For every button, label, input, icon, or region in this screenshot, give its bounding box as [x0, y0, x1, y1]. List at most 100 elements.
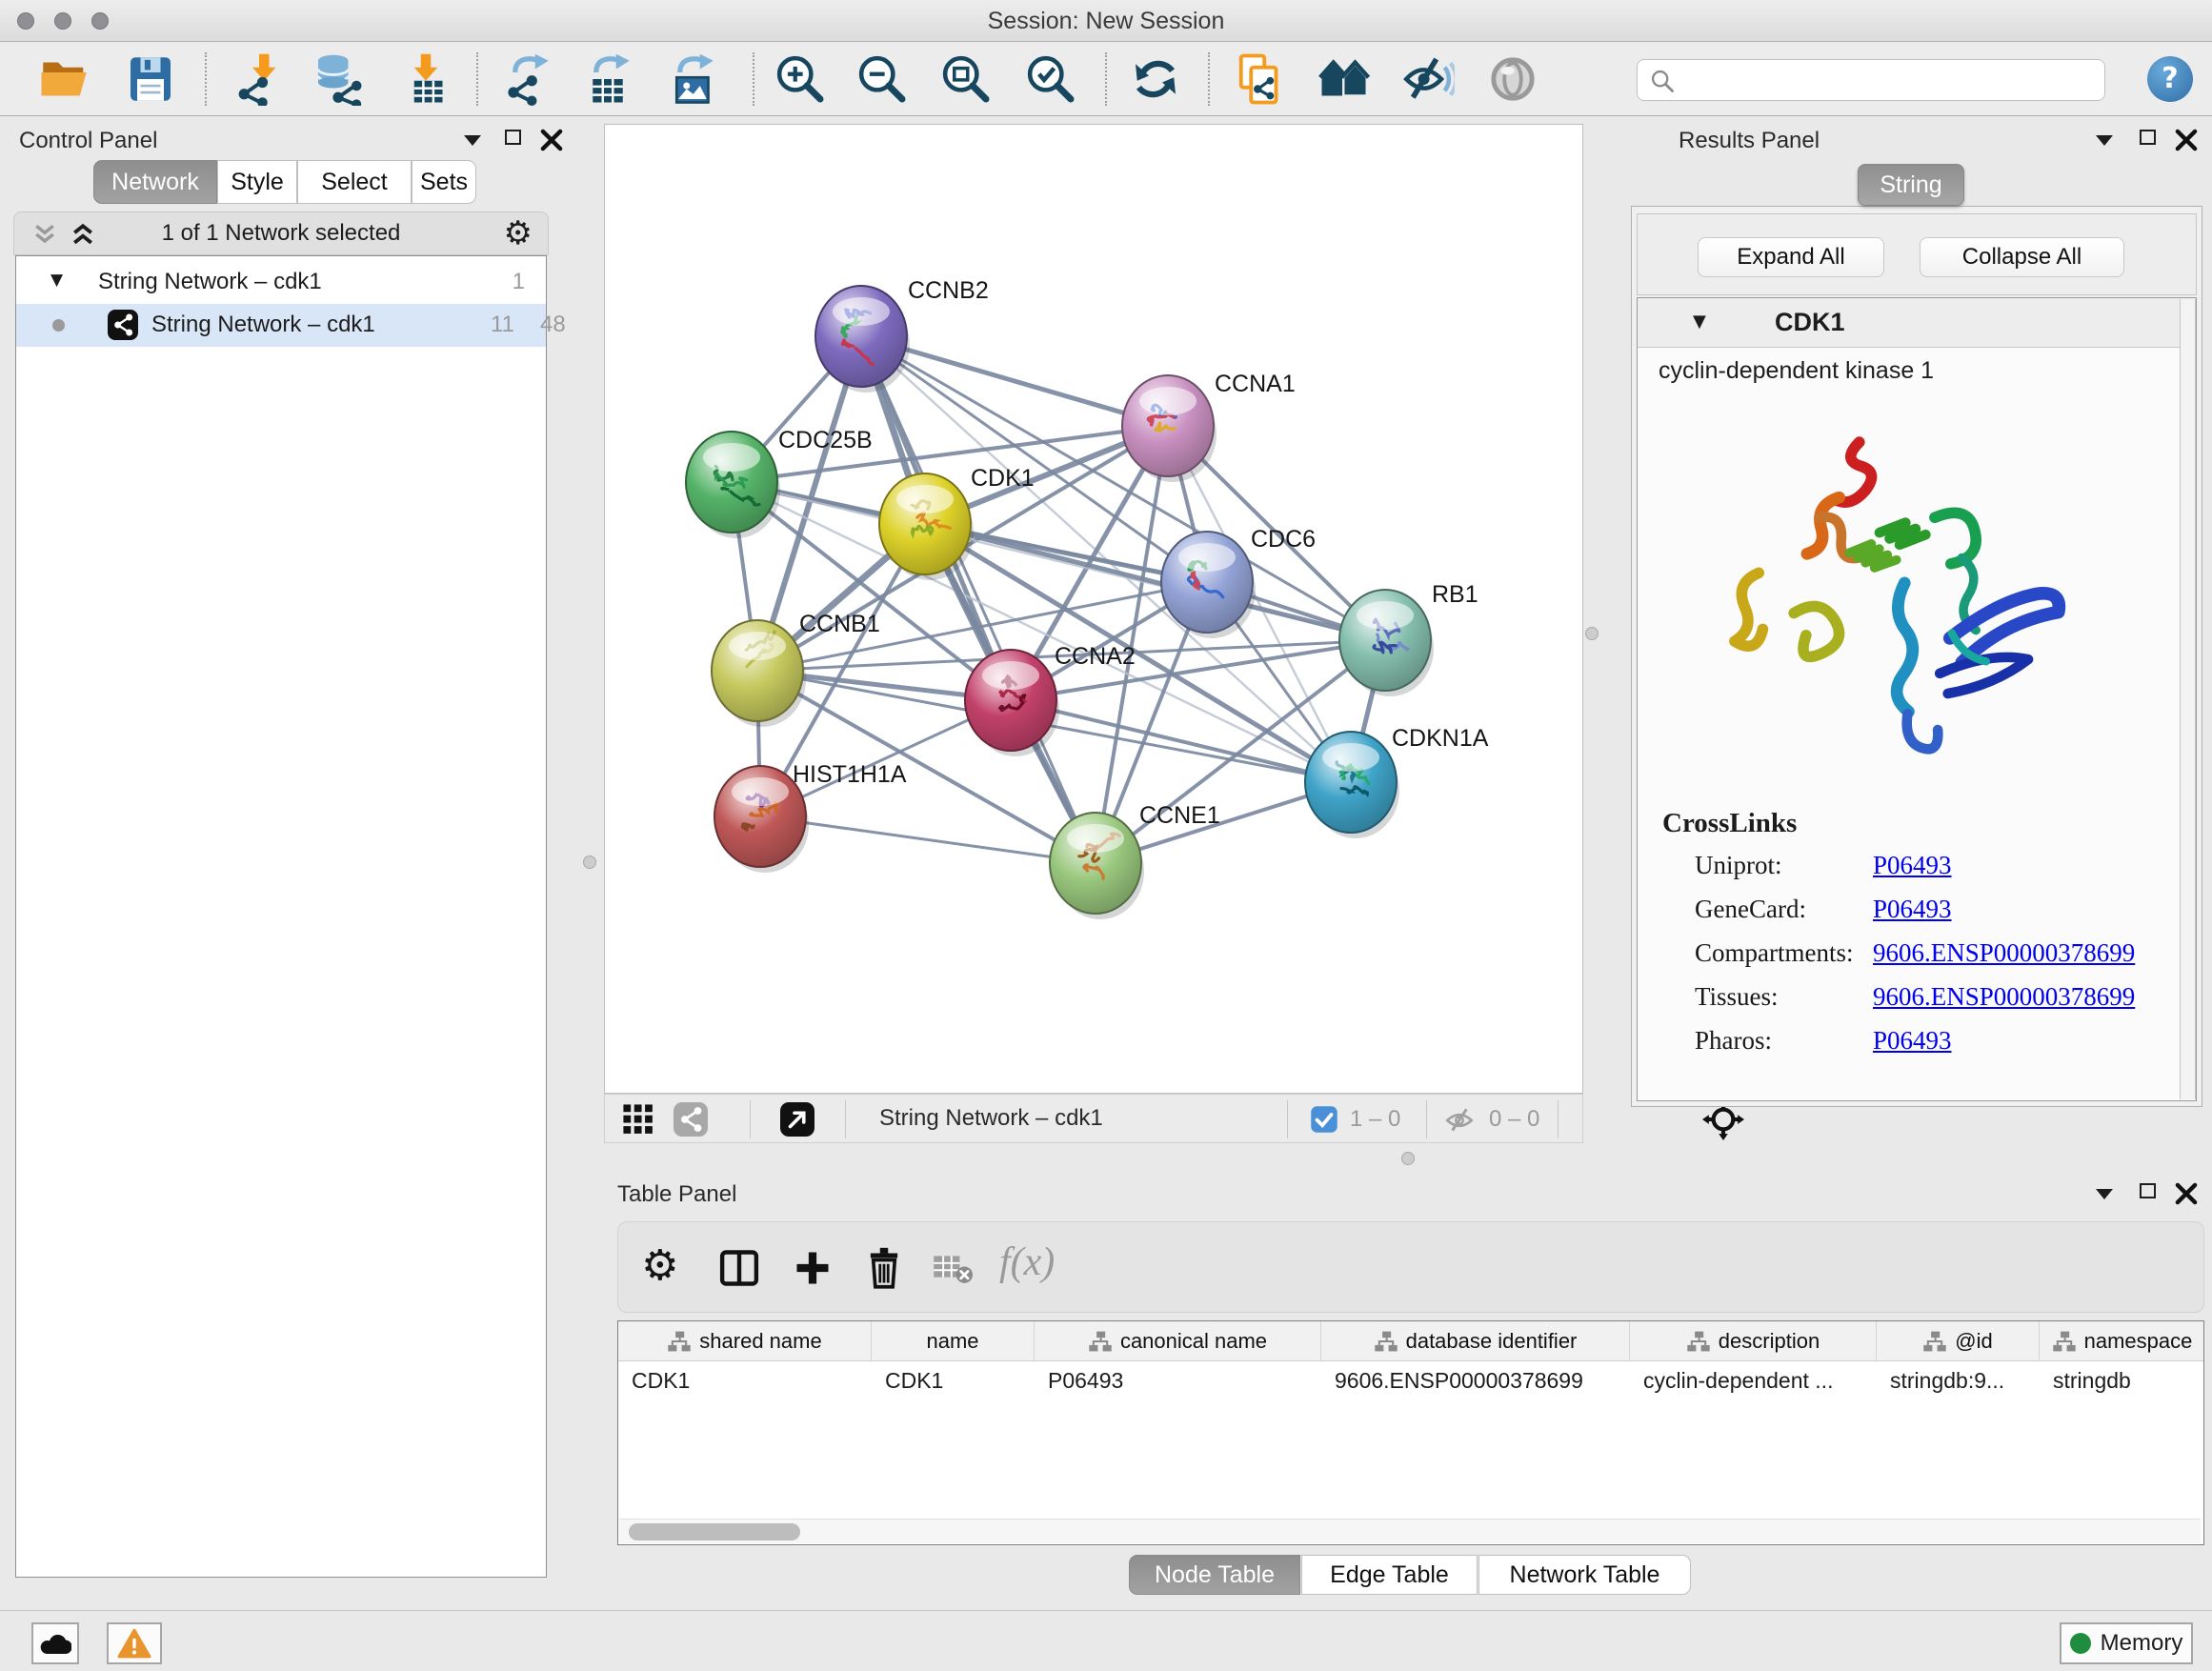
table-panel-close-icon[interactable]	[2174, 1181, 2199, 1206]
network-node-CDKN1A[interactable]	[1305, 732, 1399, 838]
function-builder-icon[interactable]: f(x)	[999, 1239, 1055, 1285]
import-network-database-icon[interactable]	[312, 52, 365, 106]
refresh-layout-icon[interactable]	[1129, 52, 1182, 106]
network-collection-row[interactable]: ▼ String Network – cdk1 1	[16, 262, 546, 304]
network-type-share-icon[interactable]	[674, 1102, 708, 1137]
tab-string[interactable]: String	[1858, 164, 1964, 206]
network-node-CCNA1[interactable]	[1122, 375, 1217, 482]
import-network-file-icon[interactable]	[232, 52, 286, 106]
create-column-plus-icon[interactable]	[792, 1247, 834, 1289]
tab-node-table[interactable]: Node Table	[1129, 1555, 1300, 1595]
network-options-gear-icon[interactable]: ⚙	[504, 214, 533, 252]
results-scrollbar[interactable]	[2180, 299, 2196, 1099]
table-cell[interactable]: CDK1	[618, 1361, 872, 1399]
right-splitter-handle[interactable]	[1585, 627, 1599, 640]
tab-network[interactable]: Network	[93, 160, 217, 204]
table-cell[interactable]: stringdb	[2040, 1361, 2204, 1399]
horizontal-splitter-handle[interactable]	[1401, 1152, 1415, 1165]
crosslink-value-link[interactable]: P06493	[1873, 851, 1952, 880]
network-node-CCNB2[interactable]	[815, 286, 910, 393]
clone-network-icon[interactable]	[1233, 52, 1286, 106]
show-eye-icon[interactable]	[1486, 52, 1539, 106]
export-table-icon[interactable]	[581, 52, 634, 106]
crosslink-value-link[interactable]: 9606.ENSP00000378699	[1873, 938, 2135, 968]
crosslink-value-link[interactable]: 9606.ENSP00000378699	[1873, 982, 2135, 1012]
crosslink-row: Compartments:9606.ENSP00000378699	[1695, 938, 2171, 982]
column-header-name[interactable]: name	[872, 1321, 1035, 1360]
control-panel-close-icon[interactable]	[539, 128, 564, 152]
column-header--id[interactable]: @id	[1877, 1321, 2040, 1360]
left-splitter-handle[interactable]	[583, 856, 596, 869]
node-table[interactable]: shared namenamecanonical namedatabase id…	[617, 1320, 2204, 1545]
gene-expander-icon[interactable]: ▼	[1693, 312, 1706, 332]
network-node-CCNB1[interactable]	[712, 620, 806, 727]
tab-style[interactable]: Style	[217, 160, 297, 204]
table-cell[interactable]: P06493	[1035, 1361, 1321, 1399]
hscroll-thumb[interactable]	[629, 1523, 800, 1540]
export-image-icon[interactable]	[665, 52, 718, 106]
title-bar: Session: New Session	[0, 0, 2212, 42]
column-header-database-identifier[interactable]: database identifier	[1321, 1321, 1630, 1360]
network-node-CDK1[interactable]	[879, 473, 974, 580]
help-button[interactable]: ?	[2147, 56, 2193, 102]
hidden-eye-slash-icon[interactable]	[1443, 1104, 1476, 1137]
show-columns-icon[interactable]	[717, 1247, 761, 1289]
crosslink-value-link[interactable]: P06493	[1873, 1026, 1952, 1056]
table-cell[interactable]: cyclin-dependent ...	[1630, 1361, 1877, 1399]
table-cell[interactable]: stringdb:9...	[1877, 1361, 2040, 1399]
tab-select[interactable]: Select	[297, 160, 412, 204]
search-input[interactable]	[1681, 62, 2091, 96]
network-row-selected[interactable]: String Network – cdk1 11 48	[16, 304, 546, 347]
open-session-icon[interactable]	[38, 52, 91, 106]
open-in-window-icon[interactable]	[780, 1102, 814, 1137]
network-node-CDC25B[interactable]	[686, 432, 780, 538]
control-panel-title: Control Panel	[19, 128, 157, 154]
column-header-canonical-name[interactable]: canonical name	[1035, 1321, 1321, 1360]
network-node-CCNA2[interactable]	[965, 650, 1059, 756]
zoom-out-icon[interactable]	[855, 52, 909, 106]
table-panel-float-icon[interactable]	[2140, 1183, 2156, 1203]
table-cell[interactable]: 9606.ENSP00000378699	[1321, 1361, 1630, 1399]
column-header-description[interactable]: description	[1630, 1321, 1877, 1360]
table-settings-gear-icon[interactable]: ⚙	[641, 1241, 678, 1290]
column-header-namespace[interactable]: namespace	[2040, 1321, 2204, 1360]
network-graph: CCNB2CCNA1CDC25BCDK1CDC6RB1CCNB1CCNA2CDK…	[605, 125, 1582, 1093]
hide-eye-icon[interactable]	[1401, 52, 1455, 106]
birds-eye-grid-icon[interactable]	[622, 1103, 654, 1136]
network-canvas[interactable]: CCNB2CCNA1CDC25BCDK1CDC6RB1CCNB1CCNA2CDK…	[604, 124, 1583, 1094]
control-panel-float-icon[interactable]	[505, 130, 521, 150]
tab-sets[interactable]: Sets	[412, 160, 476, 204]
table-hscrollbar[interactable]	[619, 1519, 2201, 1543]
network-node-RB1[interactable]	[1339, 590, 1434, 696]
network-node-CCNE1[interactable]	[1050, 813, 1144, 919]
collapse-all-button[interactable]: Collapse All	[1920, 237, 2124, 277]
column-header-shared-name[interactable]: shared name	[618, 1321, 872, 1360]
cloud-button[interactable]	[31, 1622, 79, 1664]
delete-table-icon[interactable]	[933, 1253, 973, 1285]
memory-button[interactable]: Memory	[2060, 1622, 2193, 1664]
export-network-icon[interactable]	[500, 52, 553, 106]
save-session-icon[interactable]	[124, 52, 177, 106]
results-panel-close-icon[interactable]	[2174, 128, 2199, 152]
table-cell[interactable]: CDK1	[872, 1361, 1035, 1399]
control-panel-menu-icon[interactable]	[464, 133, 481, 151]
import-table-icon[interactable]	[399, 52, 452, 106]
delete-column-trash-icon[interactable]	[862, 1245, 906, 1291]
warning-button[interactable]	[107, 1622, 162, 1664]
results-panel-menu-icon[interactable]	[2096, 133, 2113, 151]
selected-checkbox-icon[interactable]	[1310, 1105, 1338, 1134]
expand-all-button[interactable]: Expand All	[1698, 237, 1884, 277]
tab-edge-table[interactable]: Edge Table	[1301, 1555, 1478, 1595]
zoom-in-icon[interactable]	[774, 52, 827, 106]
tab-network-table[interactable]: Network Table	[1478, 1555, 1691, 1595]
houses-icon[interactable]	[1318, 52, 1372, 106]
crosslink-value-link[interactable]: P06493	[1873, 895, 1952, 924]
zoom-selected-icon[interactable]	[1024, 52, 1077, 106]
expander-icon[interactable]: ▼	[50, 271, 63, 290]
network-edge[interactable]	[760, 816, 1096, 863]
gene-section-header[interactable]: ▼ CDK1	[1638, 298, 2196, 348]
results-panel-float-icon[interactable]	[2140, 130, 2156, 150]
table-panel-menu-icon[interactable]	[2096, 1187, 2113, 1204]
zoom-fit-icon[interactable]	[939, 52, 993, 106]
table-row[interactable]: CDK1CDK1P064939606.ENSP00000378699cyclin…	[618, 1361, 2203, 1399]
